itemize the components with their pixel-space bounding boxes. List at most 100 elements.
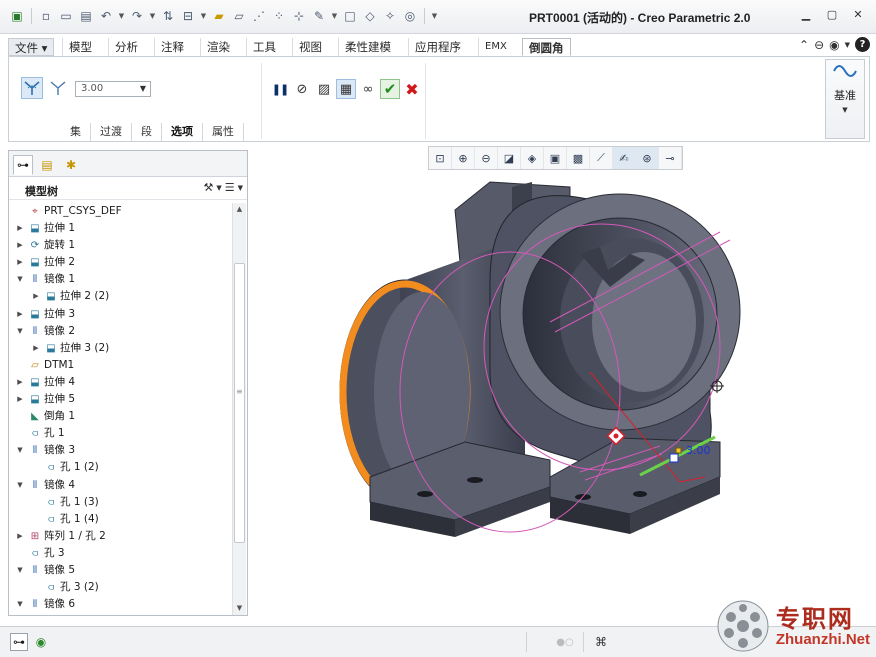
plane-icon[interactable]: ▱ xyxy=(230,7,248,25)
tab-model[interactable]: 模型 xyxy=(62,38,98,56)
regenerate-icon[interactable]: ⇅ xyxy=(159,7,177,25)
expand-icon[interactable]: ▶ xyxy=(15,254,25,271)
tree-item[interactable]: ⫏ 孔 1 (2) xyxy=(9,459,231,476)
tree-item[interactable]: ⌖ PRT_CSYS_DEF xyxy=(9,203,231,220)
folder-browser-tab-icon[interactable]: ▤ xyxy=(37,155,57,175)
tree-item[interactable]: ⫏ 孔 3 (2) xyxy=(9,579,231,596)
tree-item[interactable]: ▶ ⊞ 阵列 1 / 孔 2 xyxy=(9,528,231,545)
tree-item[interactable]: ▼ ⫴ 镜像 5 xyxy=(9,562,231,579)
tree-item[interactable]: ▼ ⫴ 镜像 6 xyxy=(9,596,231,613)
tree-item[interactable]: ⫏ 孔 1 (4) xyxy=(9,511,231,528)
chevron-down-icon[interactable]: ▼ xyxy=(137,83,149,95)
attached-preview-icon[interactable]: ▦ xyxy=(336,79,356,99)
dimension-label[interactable]: 3.00 xyxy=(686,444,711,457)
minimize-icon[interactable]: ▁ xyxy=(796,6,816,22)
tree-item[interactable]: ▼ ⫴ 镜像 4 xyxy=(9,477,231,494)
collapse-icon[interactable]: ▼ xyxy=(15,323,25,340)
customize-qat-icon[interactable]: ▼ xyxy=(430,7,439,25)
radius-value-field[interactable]: 3.00 ▼ xyxy=(75,81,151,97)
search-icon[interactable]: ⊖ xyxy=(814,38,824,52)
redo-icon[interactable]: ↷ xyxy=(128,7,146,25)
undo-icon[interactable]: ↶ xyxy=(97,7,115,25)
pause-icon[interactable]: ❚❚ xyxy=(270,79,290,99)
tab-applications[interactable]: 应用程序 xyxy=(408,38,467,56)
tree-item[interactable]: ▶ ⬓ 拉伸 3 (2) xyxy=(9,340,231,357)
tab-analysis[interactable]: 分析 xyxy=(108,38,144,56)
expand-icon[interactable]: ▶ xyxy=(15,374,25,391)
datum-menu-button[interactable]: 基准 ▼ xyxy=(825,59,865,139)
tree-item[interactable]: ▶ ⬓ 拉伸 2 (2) xyxy=(9,288,231,305)
sketch-icon[interactable]: ✎ xyxy=(310,7,328,25)
subtab-properties[interactable]: 属性 xyxy=(203,123,244,141)
constant-round-icon[interactable] xyxy=(21,77,43,99)
tree-item[interactable]: ⫏ 孔 1 xyxy=(9,425,231,442)
tree-item[interactable]: ▶ ⬓ 拉伸 5 xyxy=(9,391,231,408)
render-icon[interactable]: ✧ xyxy=(381,7,399,25)
redo-dropdown-icon[interactable]: ▼ xyxy=(148,7,157,25)
tab-emx[interactable]: EMX xyxy=(478,38,513,56)
tab-flexible-modeling[interactable]: 柔性建模 xyxy=(338,38,397,56)
graphics-window[interactable]: ⊡ ⊕ ⊖ ◪ ◈ ▣ ▩ ⟋ ✍ ⊛ ⊸ 3.00 xyxy=(250,142,876,625)
model-tree-tab-icon[interactable]: ⊶ xyxy=(13,155,33,175)
scroll-up-icon[interactable]: ▲ xyxy=(233,203,246,216)
ok-check-icon[interactable]: ✔ xyxy=(380,79,400,99)
find-binoculars-icon[interactable]: ⌘ xyxy=(592,633,610,651)
new-file-icon[interactable]: ▫ xyxy=(37,7,55,25)
expand-icon[interactable]: ▶ xyxy=(15,237,25,254)
maximize-icon[interactable]: ▢ xyxy=(822,6,842,22)
subtab-transitions[interactable]: 过渡 xyxy=(91,123,132,141)
no-preview-icon[interactable]: ⊘ xyxy=(292,79,312,99)
tab-annotate[interactable]: 注释 xyxy=(154,38,190,56)
subtab-sets[interactable]: 集 xyxy=(61,123,91,141)
collapse-icon[interactable]: ▼ xyxy=(15,562,25,579)
expand-icon[interactable]: ▶ xyxy=(15,391,25,408)
tree-item[interactable]: ◣ 倒角 1 xyxy=(9,408,231,425)
subtab-options[interactable]: 选项 xyxy=(162,123,203,141)
tab-round[interactable]: 倒圆角 xyxy=(522,38,571,56)
expand-icon[interactable]: ▶ xyxy=(15,306,25,323)
tree-columns-icon[interactable]: ☰ xyxy=(225,181,235,194)
appearance-icon[interactable]: ◎ xyxy=(401,7,419,25)
cancel-x-icon[interactable]: ✖ xyxy=(402,79,422,99)
window-icon[interactable]: ⊟ xyxy=(179,7,197,25)
settings-dropdown-icon[interactable]: ▼ xyxy=(845,41,850,49)
tree-item[interactable]: ▼ ⫴ 镜像 1 xyxy=(9,271,231,288)
folder-icon[interactable]: ▰ xyxy=(210,7,228,25)
tab-render[interactable]: 渲染 xyxy=(200,38,236,56)
tab-file[interactable]: 文件 ▾ xyxy=(8,38,55,56)
open-folder-icon[interactable]: ▭ xyxy=(57,7,75,25)
show-navigator-icon[interactable]: ⊶ xyxy=(10,633,28,651)
browser-icon[interactable]: ◉ xyxy=(32,633,50,651)
expand-icon[interactable]: ▶ xyxy=(15,220,25,237)
expand-icon[interactable]: ▶ xyxy=(31,340,41,357)
csys-toolbar-icon[interactable]: ⊹ xyxy=(290,7,308,25)
tree-item[interactable]: ⫏ 孔 3 xyxy=(9,545,231,562)
app-logo-icon[interactable]: ▣ xyxy=(8,7,26,25)
select-box-icon[interactable]: □ xyxy=(341,7,359,25)
point-icon[interactable]: ⁘ xyxy=(270,7,288,25)
axis-icon[interactable]: ⋰ xyxy=(250,7,268,25)
expand-icon[interactable]: ▶ xyxy=(31,288,41,305)
collapse-icon[interactable]: ▼ xyxy=(15,442,25,459)
part-model[interactable] xyxy=(250,142,876,625)
undo-dropdown-icon[interactable]: ▼ xyxy=(117,7,126,25)
help-icon[interactable]: ? xyxy=(855,37,870,52)
collapse-icon[interactable]: ▼ xyxy=(15,596,25,613)
tree-settings-dropdown-icon[interactable]: ▼ xyxy=(216,184,221,192)
collapse-icon[interactable]: ▼ xyxy=(15,477,25,494)
expand-icon[interactable]: ▶ xyxy=(15,528,25,545)
annotation-icon[interactable]: ◇ xyxy=(361,7,379,25)
tab-tools[interactable]: 工具 xyxy=(246,38,282,56)
collapse-ribbon-icon[interactable]: ⌃ xyxy=(799,38,809,52)
tree-item[interactable]: ▶ ⬓ 拉伸 4 xyxy=(9,374,231,391)
tree-columns-dropdown-icon[interactable]: ▼ xyxy=(238,184,243,192)
save-icon[interactable]: ▤ xyxy=(77,7,95,25)
variable-round-icon[interactable] xyxy=(47,77,69,99)
subtab-segments[interactable]: 段 xyxy=(132,123,162,141)
collapse-icon[interactable]: ▼ xyxy=(15,271,25,288)
favorites-tab-icon[interactable]: ✱ xyxy=(61,155,81,175)
tree-item[interactable]: ▶ ⬓ 拉伸 1 xyxy=(9,220,231,237)
tree-scrollbar[interactable]: ▲ ≡ ▼ xyxy=(232,203,246,615)
tree-item[interactable]: ▼ ⫴ 镜像 2 xyxy=(9,323,231,340)
preview-icon[interactable]: ▨ xyxy=(314,79,334,99)
